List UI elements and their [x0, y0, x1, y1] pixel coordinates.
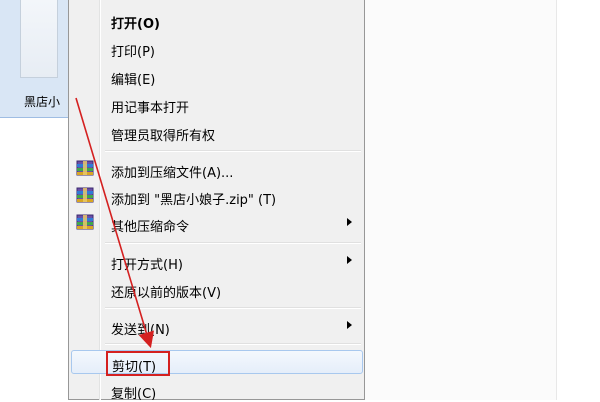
menu-item-label: 打开(O)	[111, 17, 160, 32]
menu-item-label: 编辑(E)	[111, 73, 156, 88]
menu-item-print[interactable]: 打印(P)	[71, 36, 363, 60]
menu-item-open[interactable]: 打开(O)	[71, 8, 363, 32]
menu-item-take-ownership[interactable]: 管理员取得所有权	[71, 120, 363, 144]
archive-icon	[76, 187, 94, 203]
archive-icon	[76, 160, 94, 176]
menu-item-other-compress[interactable]: 其他压缩命令	[71, 211, 363, 235]
menu-item-label: 其他压缩命令	[111, 220, 190, 235]
submenu-arrow-icon	[347, 218, 352, 226]
menu-item-open-notepad[interactable]: 用记事本打开	[71, 92, 363, 116]
right-edge-pane	[556, 0, 600, 400]
menu-item-label: 管理员取得所有权	[111, 129, 216, 144]
menu-item-label: 用记事本打开	[111, 101, 190, 116]
file-name-label: 黑店小	[24, 95, 61, 109]
submenu-arrow-icon	[347, 256, 352, 264]
file-thumbnail-icon	[20, 0, 58, 78]
menu-item-label: 发送到(N)	[111, 323, 170, 338]
menu-item-add-to-archive[interactable]: 添加到压缩文件(A)...	[71, 157, 363, 181]
archive-icon	[76, 214, 94, 230]
menu-item-open-with[interactable]: 打开方式(H)	[71, 249, 363, 273]
menu-item-label: 添加到 "黑店小娘子.zip" (T)	[111, 193, 277, 208]
menu-item-add-to-zip[interactable]: 添加到 "黑店小娘子.zip" (T)	[71, 184, 363, 208]
menu-separator	[105, 343, 361, 345]
menu-item-label: 打开方式(H)	[111, 258, 183, 273]
context-menu: 打开(O) 打印(P) 编辑(E) 用记事本打开 管理员取得所有权 添加到压缩文…	[68, 0, 365, 402]
menu-item-copy[interactable]: 复制(C)	[71, 378, 363, 402]
menu-item-label: 打印(P)	[111, 45, 155, 60]
submenu-arrow-icon	[347, 321, 352, 329]
menu-item-restore-versions[interactable]: 还原以前的版本(V)	[71, 277, 363, 301]
menu-separator	[105, 307, 361, 309]
menu-separator	[105, 242, 361, 244]
menu-item-label: 添加到压缩文件(A)...	[111, 166, 234, 181]
menu-separator	[105, 150, 361, 152]
cut-highlight-box	[106, 351, 170, 376]
menu-item-edit[interactable]: 编辑(E)	[71, 64, 363, 88]
menu-item-label: 复制(C)	[111, 387, 157, 402]
menu-item-send-to[interactable]: 发送到(N)	[71, 314, 363, 338]
menu-item-label: 还原以前的版本(V)	[111, 286, 222, 301]
